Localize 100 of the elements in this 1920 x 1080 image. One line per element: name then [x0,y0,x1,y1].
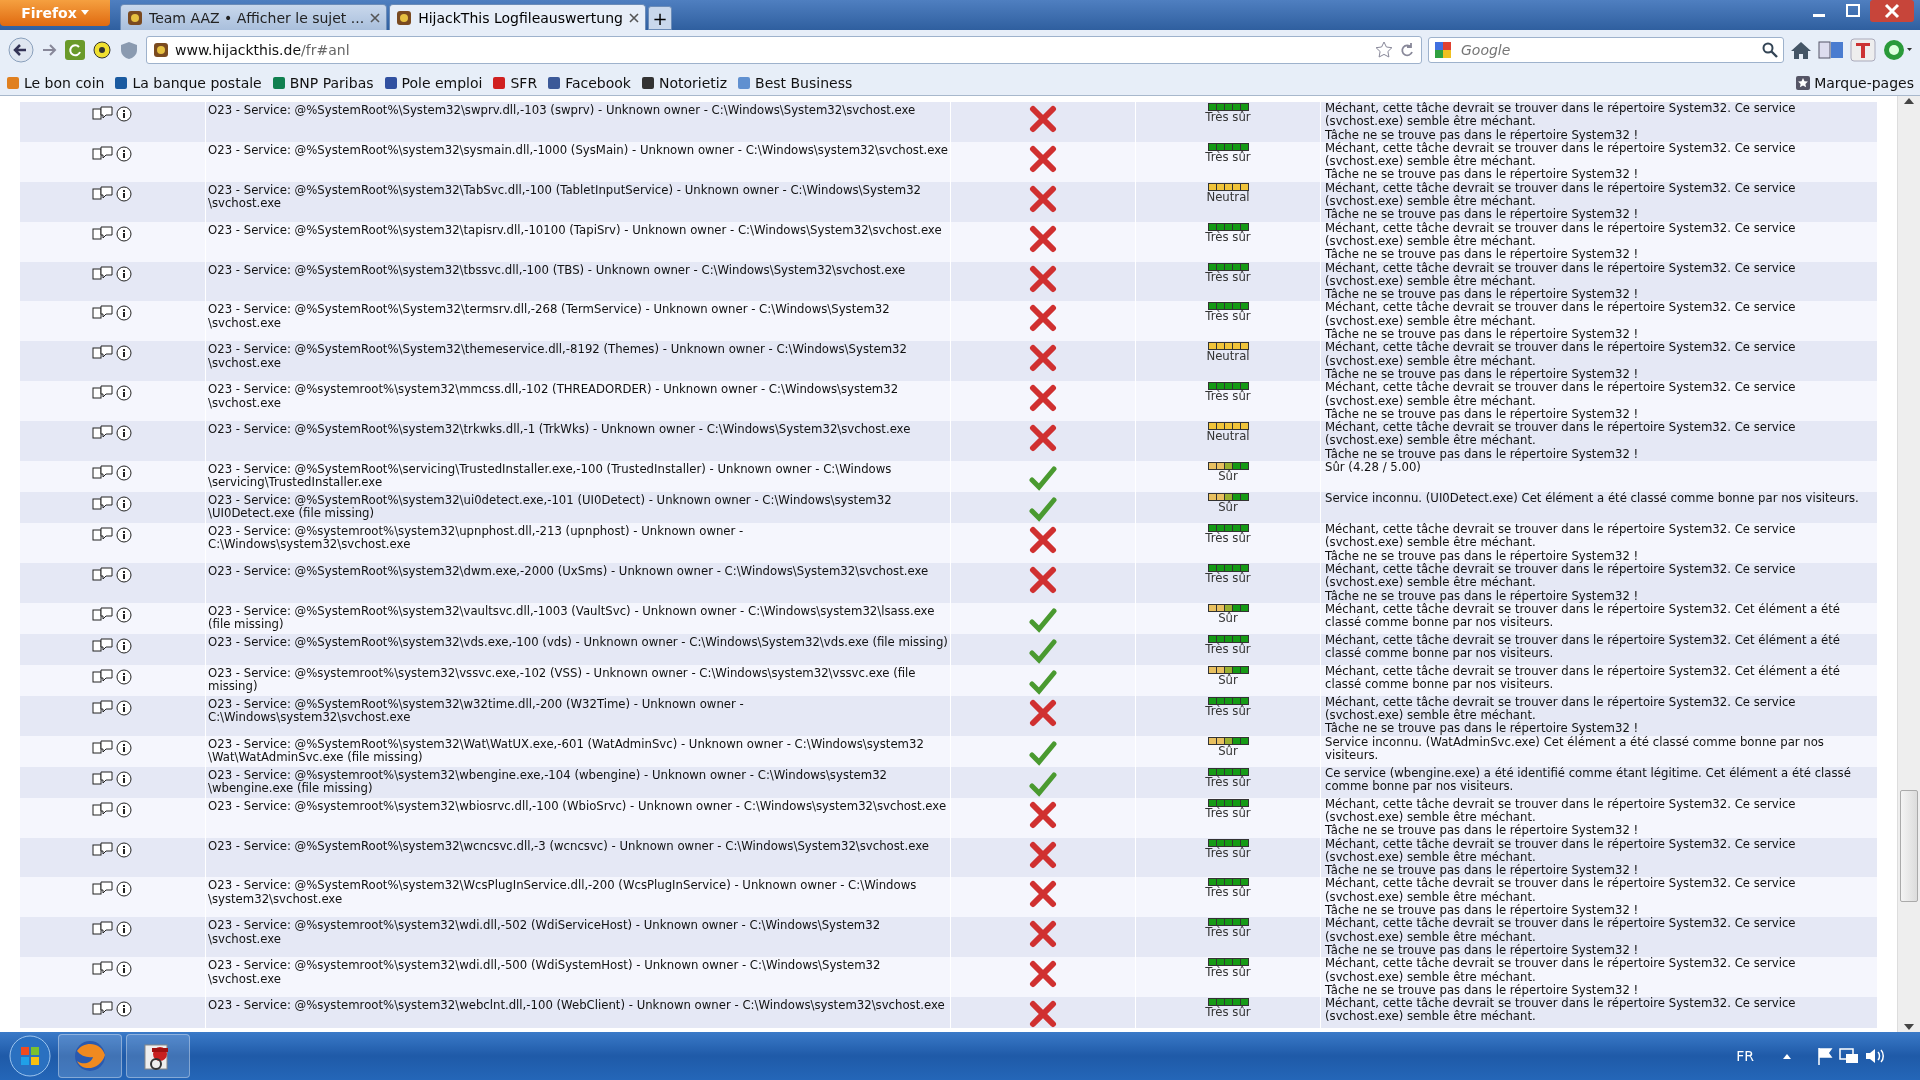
comment-icon[interactable] [92,668,114,683]
toolbar-icon[interactable] [1850,38,1876,62]
comment-icon[interactable] [92,770,114,785]
comment-text: Tâche ne se trouve pas dans le répertoire System32 ! [1325,722,1640,736]
comment-icon[interactable] [92,225,114,240]
comment-icon[interactable] [92,305,114,320]
info-icon[interactable] [116,961,132,978]
bookmark-link[interactable]: SFR [492,74,538,91]
comment-text: Tâche ne se trouve pas dans le répertoire System32 ! [1325,904,1639,918]
close-icon[interactable] [1870,0,1914,22]
bookmark-link[interactable]: Le bon coin [6,74,105,91]
comment-icon[interactable] [92,185,114,200]
back-icon[interactable] [8,37,34,63]
language-indicator[interactable]: FR [1736,1048,1754,1064]
comment-icon[interactable] [92,881,114,896]
volume-icon[interactable] [1864,1047,1886,1065]
info-icon[interactable] [116,225,132,242]
comment-icon[interactable] [92,637,114,652]
info-icon[interactable] [116,770,132,787]
bookmark-link[interactable]: La banque postale [114,74,262,91]
comment-text: Tâche ne se trouve pas dans le répertoire System32 ! [1325,549,1639,563]
rating-label: Neutral [1206,430,1250,444]
comment-icon[interactable] [92,496,114,510]
home-icon[interactable] [1790,40,1812,60]
taskbar-button[interactable] [58,1034,122,1078]
info-icon[interactable] [116,637,132,654]
info-icon[interactable] [116,801,132,818]
bookmark-link[interactable]: Facebook [547,74,631,91]
comment-icon[interactable] [92,265,114,280]
comment-text: Méchant, cette tâche devrait se trouver dans le répertoire System32. Ce service (svchost.exe) semble être méchant. [1325,341,1797,368]
comment-icon[interactable] [92,1001,114,1016]
comment-icon[interactable] [92,465,114,479]
extension-icon[interactable] [92,40,112,60]
search-engine-icon[interactable] [1434,41,1452,59]
comment-icon[interactable] [92,345,114,360]
browser-tab[interactable]: Team AAZ • Afficher le sujet ... [120,4,388,30]
comment-icon[interactable] [92,961,114,976]
bookmark-link[interactable]: Best Business [737,74,853,91]
info-icon[interactable] [116,841,132,858]
bookmark-link[interactable]: Notorietiz [640,74,728,91]
search-icon[interactable] [1762,42,1778,58]
info-icon[interactable] [116,566,132,583]
info-icon[interactable] [116,185,132,202]
info-icon[interactable] [116,106,132,122]
show-hidden-icons-icon[interactable] [1782,1052,1792,1060]
info-icon[interactable] [116,921,132,938]
comment-text: Tâche ne se trouve pas dans le répertoire System32 ! [1325,864,1639,878]
entry-text: O23 - Service: @%systemroot%\system32\wbengine.exe,-104 (wbengine) - Unknown owner - C:\Windows\system32 \wbengine.exe (file missing) [206,766,951,798]
address-bar[interactable]: www.hijackthis.de/fr#anl [146,36,1422,64]
info-icon[interactable] [116,699,132,716]
comment-icon[interactable] [92,606,114,621]
comment-icon[interactable] [92,527,114,541]
reload-icon[interactable] [64,39,86,61]
flag-icon[interactable] [1816,1047,1834,1065]
comment-icon[interactable] [92,841,114,856]
new-tab-button[interactable]: + [647,6,672,30]
info-icon[interactable] [116,739,132,756]
bookmark-link[interactable]: Pole emploi [383,74,483,91]
star-icon [1796,75,1811,90]
close-icon[interactable] [628,12,639,23]
info-icon[interactable] [116,668,132,685]
search-field[interactable]: Google [1428,37,1784,63]
taskbar-button[interactable] [126,1034,190,1078]
bookmarks-menu-button[interactable]: Marque-pages [1796,74,1914,91]
comment-text: Méchant, cette tâche devrait se trouver dans le répertoire System32. Ce service (svchost.exe) semble être méchant. [1325,381,1797,408]
comment-icon[interactable] [92,921,114,936]
bookmark-icon [114,75,129,90]
entry-text: O23 - Service: @%SystemRoot%\system32\vds.exe,-100 (vds) - Unknown owner - C:\Windows\System32\vds.exe (file missing) [206,633,951,665]
network-icon[interactable] [1838,1047,1860,1065]
comment-text: Méchant, cette tâche devrait se trouver dans le répertoire System32. Ce service (svchost.exe) semble être méchant. [1325,421,1797,448]
info-icon[interactable] [116,527,132,543]
info-icon[interactable] [116,425,132,442]
bookmark-link[interactable]: BNP Paribas [271,74,374,91]
comment-text: Méchant, cette tâche devrait se trouver dans le répertoire System32. Ce service (svchost.exe) semble être méchant. [1325,301,1797,328]
info-icon[interactable] [116,345,132,362]
comment-icon[interactable] [92,699,114,714]
info-icon[interactable] [116,265,132,282]
scrollbar-thumb[interactable] [1900,790,1918,902]
info-icon[interactable] [116,385,132,402]
comment-icon[interactable] [92,739,114,754]
start-icon[interactable] [6,1034,54,1078]
info-icon[interactable] [116,145,132,162]
browser-tab[interactable]: HijackThis Logfileauswertung [389,4,646,30]
info-icon[interactable] [116,465,132,481]
info-icon[interactable] [116,305,132,322]
comment-icon[interactable] [92,425,114,440]
comment-icon[interactable] [92,106,114,120]
info-icon[interactable] [116,1001,132,1018]
comment-icon[interactable] [92,385,114,400]
info-icon[interactable] [116,606,132,623]
star-icon[interactable] [1375,41,1393,59]
close-icon[interactable] [370,12,381,23]
comment-text: Méchant, cette tâche devrait se trouver dans le répertoire System32. Ce service (svchost.exe) semble être méchant. [1325,837,1797,864]
comment-icon[interactable] [92,801,114,816]
comment-text: Service inconnu. (UI0Detect.exe) Cet élément a été classé comme bonne par nos visiteurs. [1325,492,1860,506]
reload-icon[interactable] [1399,42,1415,58]
comment-icon[interactable] [92,566,114,581]
info-icon[interactable] [116,496,132,512]
info-icon[interactable] [116,881,132,898]
comment-icon[interactable] [92,145,114,160]
